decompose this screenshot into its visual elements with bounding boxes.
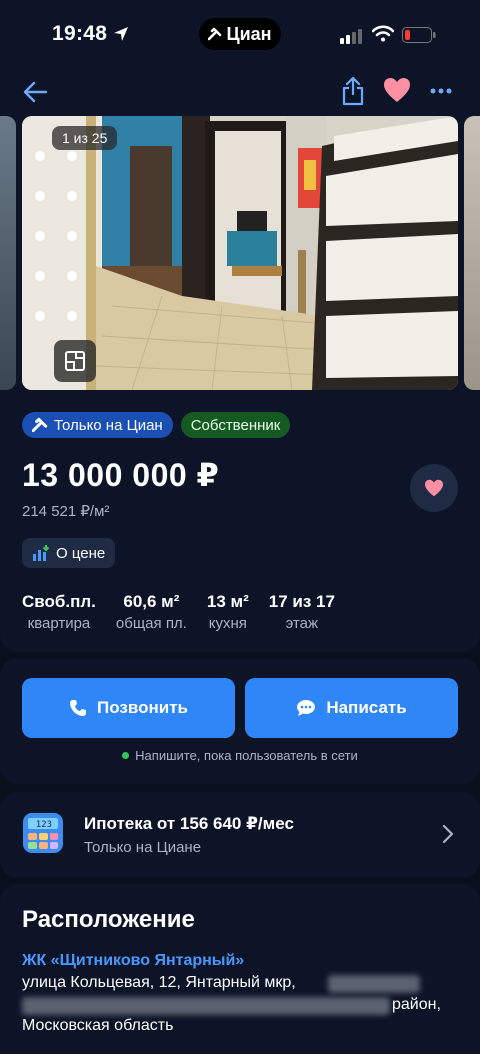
- owner-badge: Собственник: [180, 412, 291, 438]
- mortgage-subtitle: Только на Циане: [84, 839, 202, 856]
- online-text: Напишите, пока пользователь в сети: [135, 748, 358, 763]
- location-card: Расположение ЖК «Щитниково Янтарный» ули…: [0, 884, 480, 1054]
- price-per-sqm: 214 521 ₽/м²: [22, 503, 110, 520]
- specs: Своб.пл. квартира 60,6 м² общая пл. 13 м…: [22, 592, 335, 632]
- write-button[interactable]: Написать: [245, 678, 458, 738]
- back-arrow-icon[interactable]: [22, 80, 48, 104]
- cian-logo-icon: [32, 417, 48, 433]
- spec-rooms: Своб.пл. квартира: [22, 592, 96, 632]
- spec-label: общая пл.: [115, 615, 187, 632]
- online-dot-icon: [122, 752, 130, 759]
- location-title: Расположение: [22, 906, 195, 933]
- redacted-text: [22, 997, 390, 1015]
- redacted-text: [328, 975, 420, 993]
- address-line-2: район,: [392, 996, 441, 1013]
- spec-label: квартира: [27, 615, 91, 632]
- cian-only-badge: Только на Циан: [22, 412, 173, 438]
- spec-value: Своб.пл.: [22, 592, 96, 611]
- cian-only-label: Только на Циан: [54, 416, 163, 434]
- spec-total-area: 60,6 м² общая пл.: [116, 592, 187, 632]
- nav-bar: [0, 68, 480, 116]
- spec-value: 13 м²: [206, 592, 249, 611]
- wifi-icon: [372, 25, 394, 42]
- cellular-signal-icon: [340, 29, 362, 44]
- address-line-3: Московская область: [22, 1017, 174, 1034]
- calculator-display: 123: [36, 820, 52, 830]
- chat-bubble-icon: [297, 700, 316, 716]
- online-status: Напишите, пока пользователь в сети: [0, 748, 480, 763]
- price-info-label: О цене: [56, 544, 106, 562]
- badges: Только на Циан Собственник: [22, 412, 291, 438]
- spec-label: кухня: [208, 615, 247, 632]
- more-dots-icon[interactable]: [430, 88, 452, 94]
- location-arrow-icon: [114, 27, 128, 41]
- price: 13 000 000 ₽: [22, 457, 220, 493]
- status-bar: 19:48 Циан: [0, 0, 480, 68]
- mortgage-title: Ипотека от 156 640 ₽/мес: [84, 814, 294, 833]
- heart-icon: [425, 479, 443, 497]
- address-line-1: улица Кольцевая, 12, Янтарный мкр,: [22, 974, 296, 991]
- dynamic-island-label: Циан: [226, 23, 272, 44]
- floor-plan-button[interactable]: [54, 340, 96, 382]
- listing-summary-card: Только на Циан Собственник 13 000 000 ₽ …: [0, 390, 480, 652]
- photo-counter: 1 из 25: [52, 126, 118, 150]
- favorite-heart-icon[interactable]: [383, 77, 411, 103]
- phone-icon: [70, 700, 87, 716]
- favorite-button[interactable]: [410, 464, 458, 512]
- price-info-button[interactable]: О цене: [22, 538, 116, 568]
- spec-value: 17 из 17: [268, 592, 335, 611]
- next-photo[interactable]: [464, 116, 480, 390]
- spec-kitchen: 13 м² кухня: [207, 592, 249, 632]
- calculator-icon: 123: [23, 813, 63, 853]
- floor-plan-icon: [65, 351, 85, 371]
- residential-complex-link[interactable]: ЖК «Щитниково Янтарный»: [22, 952, 244, 970]
- photo-gallery[interactable]: 1 из 25: [0, 116, 480, 390]
- listing-photo[interactable]: 1 из 25: [22, 116, 458, 390]
- dynamic-island: Циан: [199, 18, 281, 50]
- price-chart-icon: [33, 545, 50, 561]
- chevron-right-icon: [442, 824, 454, 844]
- status-time: 19:48: [52, 22, 108, 45]
- mortgage-card[interactable]: 123 Ипотека от 156 640 ₽/мес Только на Ц…: [0, 792, 480, 878]
- spec-value: 60,6 м²: [123, 592, 180, 611]
- write-label: Написать: [326, 698, 407, 717]
- spec-label: этаж: [285, 615, 319, 632]
- spec-floor: 17 из 17 этаж: [269, 592, 335, 632]
- share-icon[interactable]: [342, 76, 364, 106]
- call-label: Позвонить: [97, 698, 188, 717]
- contact-card: Позвонить Написать Напишите, пока пользо…: [0, 658, 480, 784]
- call-button[interactable]: Позвонить: [22, 678, 235, 738]
- battery-icon: [402, 27, 436, 43]
- previous-photo[interactable]: [0, 116, 16, 390]
- cian-logo-icon: [208, 27, 222, 41]
